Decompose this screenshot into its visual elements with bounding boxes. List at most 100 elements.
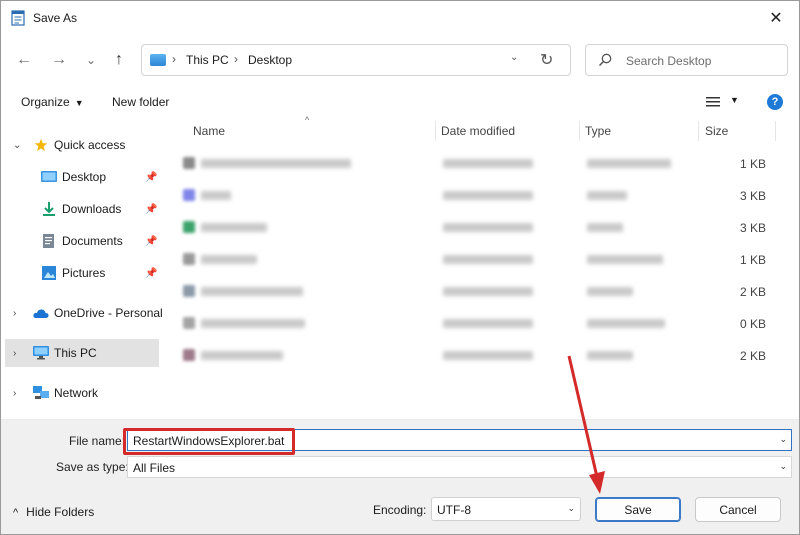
dialog-footer: ^ Hide Folders Encoding: UTF-8 ⌄ Save Can… [1, 481, 799, 534]
sidebar-item-quick-access[interactable]: ⌄ Quick access [5, 131, 159, 159]
breadcrumb-desktop[interactable]: Desktop [248, 53, 292, 67]
encoding-label: Encoding: [373, 503, 427, 517]
file-row[interactable]: 1 KB [171, 147, 776, 179]
file-name-label: File name: [69, 434, 126, 448]
column-divider[interactable] [435, 121, 436, 141]
sidebar-item-label: Desktop [62, 170, 107, 184]
view-options-icon[interactable] [706, 96, 720, 108]
breadcrumb-separator-icon: › [234, 52, 238, 66]
file-icon [183, 189, 195, 201]
file-date-redacted [443, 223, 533, 232]
sidebar-item-downloads[interactable]: Downloads 📌 [5, 195, 159, 223]
annotation-highlight-box [123, 428, 295, 455]
forward-button[interactable]: → [47, 45, 71, 75]
file-date-redacted [443, 191, 533, 200]
pin-icon[interactable]: 📌 [145, 172, 157, 183]
sidebar-item-desktop[interactable]: Desktop 📌 [5, 163, 159, 191]
file-icon [183, 253, 195, 265]
help-icon[interactable]: ? [767, 94, 783, 110]
file-date-redacted [443, 351, 533, 360]
chevron-down-icon: ⌄ [85, 53, 97, 67]
file-name-redacted [201, 159, 351, 168]
column-divider[interactable] [698, 121, 699, 141]
save-as-type-select[interactable]: All Files ⌄ [127, 456, 792, 478]
file-date-redacted [443, 255, 533, 264]
chevron-down-icon[interactable]: ⌄ [779, 434, 787, 445]
sidebar-item-onedrive[interactable]: › OneDrive - Personal [5, 299, 163, 327]
encoding-value: UTF-8 [437, 503, 471, 517]
file-list: ^ Name Date modified Type Size 1 KB 3 KB [171, 115, 781, 415]
file-type-redacted [587, 223, 623, 232]
up-button[interactable]: ↑ [107, 45, 131, 75]
sidebar-item-label: Pictures [62, 266, 106, 280]
file-icon [183, 349, 195, 361]
pin-icon[interactable]: 📌 [145, 268, 157, 279]
file-name-redacted [201, 255, 257, 264]
up-arrow-icon: ↑ [115, 51, 123, 68]
address-bar[interactable]: › This PC › Desktop ⌄ ↻ [141, 44, 571, 76]
column-divider[interactable] [775, 121, 776, 141]
recent-locations-button[interactable]: ⌄ [79, 45, 103, 75]
file-date-redacted [443, 287, 533, 296]
column-divider[interactable] [579, 121, 580, 141]
column-header-date-modified[interactable]: Date modified [441, 119, 515, 143]
column-header-size[interactable]: Size [705, 119, 728, 143]
back-button[interactable]: ← [12, 45, 36, 75]
hide-folders-button[interactable]: ^ Hide Folders [13, 505, 94, 519]
chevron-right-icon[interactable]: › [13, 348, 16, 359]
save-as-type-value: All Files [133, 461, 176, 475]
sidebar-item-network[interactable]: › Network [5, 379, 159, 407]
file-date-redacted [443, 159, 533, 168]
pin-icon[interactable]: 📌 [145, 204, 157, 215]
sidebar-item-label: Downloads [62, 202, 122, 216]
file-row[interactable]: 0 KB [171, 307, 776, 339]
save-as-dialog: Save As ✕ ← → ⌄ ↑ › This PC › Desktop ⌄ … [0, 0, 800, 535]
chevron-right-icon[interactable]: › [13, 388, 16, 399]
breadcrumb-separator-icon: › [172, 52, 176, 66]
close-button[interactable]: ✕ [759, 5, 793, 31]
search-input[interactable]: Search Desktop [585, 44, 788, 76]
download-icon [43, 202, 55, 216]
sidebar-item-pictures[interactable]: Pictures 📌 [5, 259, 159, 287]
file-row[interactable]: 2 KB [171, 339, 776, 371]
notepad-icon [11, 10, 25, 26]
title-bar: Save As ✕ [1, 1, 799, 35]
file-name-redacted [201, 287, 303, 296]
column-header-name[interactable]: Name [193, 119, 225, 143]
column-header-type[interactable]: Type [585, 119, 611, 143]
navigation-pane: ⌄ Quick access Desktop 📌 Downloads 📌 Doc… [1, 123, 163, 415]
search-icon [598, 53, 612, 67]
caret-down-icon: ▼ [74, 98, 84, 108]
pictures-icon [42, 266, 56, 280]
chevron-down-icon[interactable]: ⌄ [779, 461, 787, 472]
chevron-right-icon[interactable]: › [13, 308, 16, 319]
caret-down-icon[interactable]: ▼ [730, 95, 739, 105]
this-pc-icon [150, 54, 166, 66]
refresh-icon[interactable]: ↻ [540, 50, 553, 70]
file-icon [183, 221, 195, 233]
toolbar: Organize ▼ New folder ▼ ? [1, 85, 799, 119]
sidebar-item-documents[interactable]: Documents 📌 [5, 227, 159, 255]
pin-icon[interactable]: 📌 [145, 236, 157, 247]
save-form: File name: RestartWindowsExplorer.bat ⌄ … [1, 419, 799, 481]
encoding-select[interactable]: UTF-8 ⌄ [431, 497, 581, 521]
close-icon: ✕ [769, 10, 783, 27]
file-row[interactable]: 3 KB [171, 179, 776, 211]
file-row[interactable]: 2 KB [171, 275, 776, 307]
organize-button[interactable]: Organize ▼ [21, 95, 84, 109]
chevron-expanded-icon[interactable]: ⌄ [13, 140, 21, 151]
sidebar-item-this-pc[interactable]: › This PC [5, 339, 159, 367]
file-row[interactable]: 3 KB [171, 211, 776, 243]
file-size: 2 KB [739, 285, 766, 299]
new-folder-button[interactable]: New folder [112, 95, 169, 109]
desktop-icon [41, 171, 57, 182]
this-pc-icon [33, 346, 49, 360]
hide-folders-label: Hide Folders [26, 505, 95, 519]
cancel-button[interactable]: Cancel [695, 497, 781, 522]
file-name-redacted [201, 191, 231, 200]
breadcrumb-this-pc[interactable]: This PC [186, 53, 229, 67]
address-dropdown-icon[interactable]: ⌄ [510, 52, 518, 63]
file-row[interactable]: 1 KB [171, 243, 776, 275]
file-type-redacted [587, 159, 671, 168]
save-button[interactable]: Save [595, 497, 681, 522]
